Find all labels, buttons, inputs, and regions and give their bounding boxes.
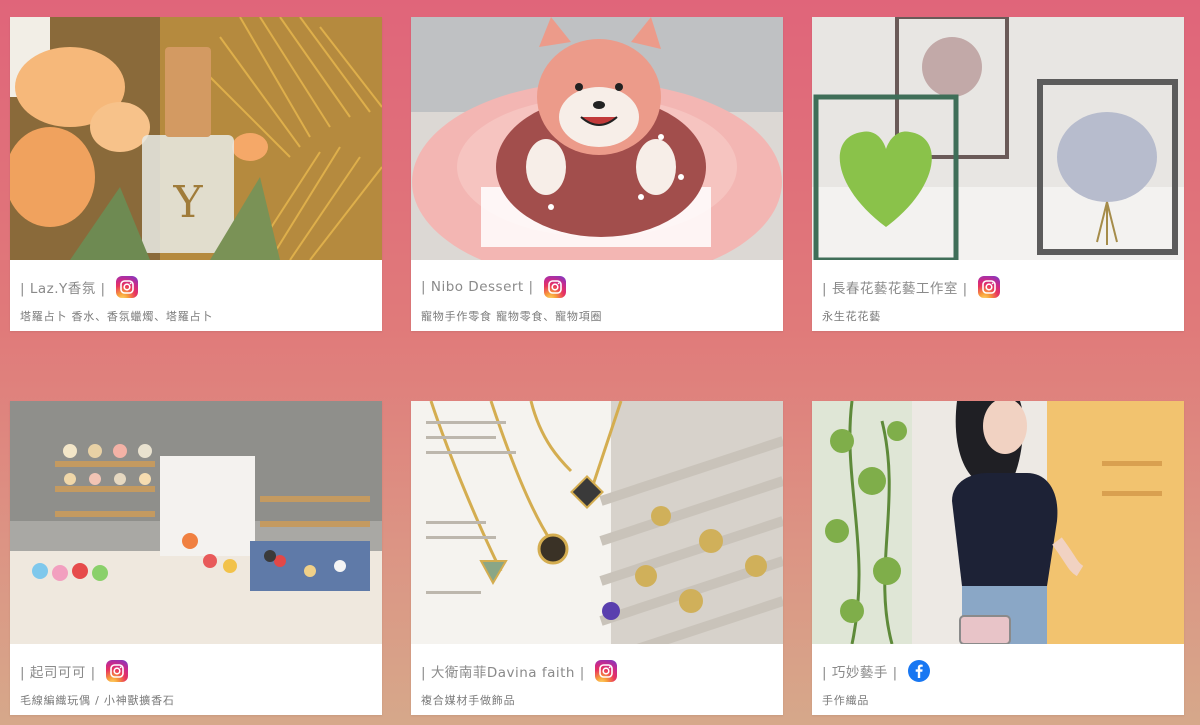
vendor-card-davina-faith[interactable]: | 大衛南菲Davina faith | 複合媒材手做飾品 (411, 401, 783, 715)
vendor-name: | Laz.Y香氛 | (20, 281, 106, 297)
vendor-photo-perfume[interactable]: Y (10, 17, 382, 260)
instagram-icon[interactable] (105, 660, 128, 682)
vendor-description: 複合媒材手做飾品 (421, 694, 516, 707)
vendor-card-lazy[interactable]: Y | Laz.Y香氛 | 塔羅占卜 香水、香氛蠟燭、塔羅占卜 (10, 17, 382, 331)
vendor-description: 永生花花藝 (822, 310, 881, 323)
facebook-icon[interactable] (907, 660, 930, 682)
svg-text:Y: Y (172, 177, 203, 228)
instagram-icon[interactable] (977, 276, 1000, 298)
vendor-description: 毛線編織玩偶 / 小神獸擴香石 (20, 694, 175, 707)
vendor-card-changchun-floral[interactable]: | 長春花藝花藝工作室 | 永生花花藝 (812, 17, 1184, 331)
vendor-photo-dog-cake[interactable] (411, 17, 783, 260)
vendor-photo-jewelry[interactable] (411, 401, 783, 644)
vendor-photo-woman-with-bag[interactable] (812, 401, 1184, 644)
vendor-card-qiaomiao[interactable]: | 巧妙藝手 | 手作織品 (812, 401, 1184, 715)
vendor-name: | 大衛南菲Davina faith | (421, 665, 585, 681)
vendor-name: | 長春花藝花藝工作室 | (822, 281, 968, 297)
vendor-photo-knitted-dolls[interactable] (10, 401, 382, 644)
vendor-description: 塔羅占卜 香水、香氛蠟燭、塔羅占卜 (20, 310, 214, 323)
vendor-description: 寵物手作零食 寵物零食、寵物項圈 (421, 310, 603, 323)
instagram-icon[interactable] (594, 660, 617, 682)
vendor-photo-preserved-flowers[interactable] (812, 17, 1184, 260)
vendor-name: | 起司可可 | (20, 665, 96, 681)
vendor-card-nibo-dessert[interactable]: | Nibo Dessert | 寵物手作零食 寵物零食、寵物項圈 (411, 17, 783, 331)
instagram-icon[interactable] (115, 276, 138, 298)
vendor-name: | Nibo Dessert | (421, 279, 534, 295)
vendor-description: 手作織品 (822, 694, 870, 707)
vendor-name: | 巧妙藝手 | (822, 665, 898, 681)
vendor-card-cheese-cocoa[interactable]: | 起司可可 | 毛線編織玩偶 / 小神獸擴香石 (10, 401, 382, 715)
instagram-icon[interactable] (543, 276, 566, 298)
